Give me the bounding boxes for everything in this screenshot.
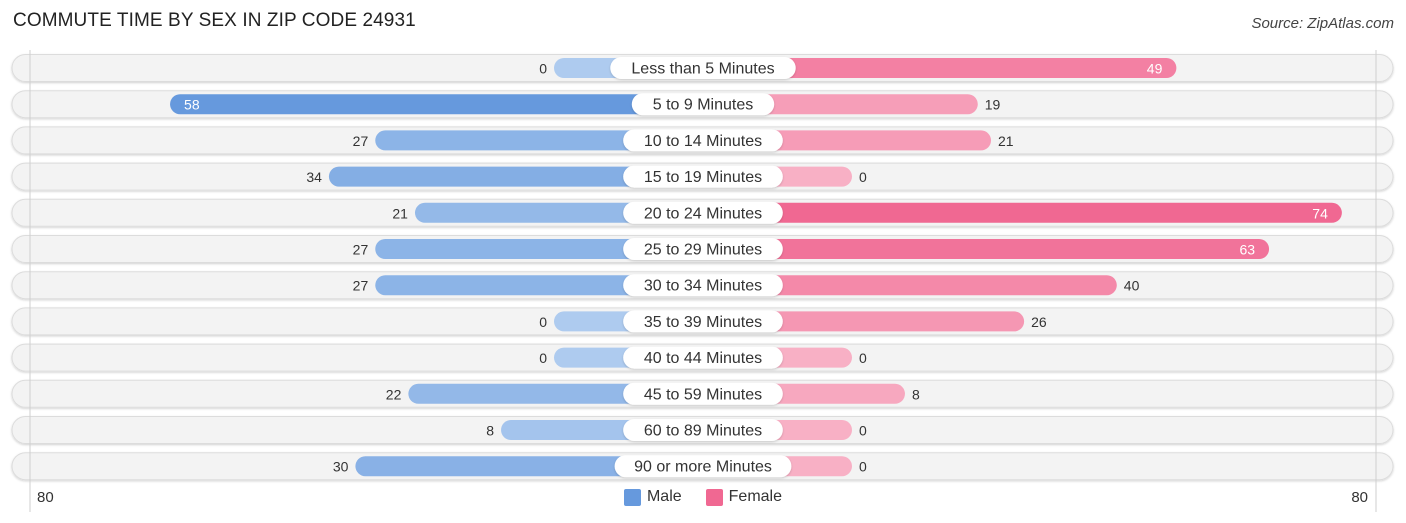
value-label-female: 40 xyxy=(1124,278,1140,294)
value-label-female: 21 xyxy=(998,133,1014,149)
legend-item-female[interactable]: Female xyxy=(705,488,783,506)
value-label-male: 0 xyxy=(539,314,547,330)
value-label-female: 0 xyxy=(859,169,867,185)
category-label: 20 to 24 Minutes xyxy=(644,205,762,222)
bar-male xyxy=(170,94,704,115)
legend-swatch-male xyxy=(623,488,641,506)
value-label-male: 58 xyxy=(184,97,200,113)
value-label-female: 63 xyxy=(1239,242,1255,258)
category-label: 40 to 44 Minutes xyxy=(644,350,762,367)
value-label-female: 26 xyxy=(1031,314,1047,330)
value-label-male: 30 xyxy=(333,459,349,475)
category-label: 35 to 39 Minutes xyxy=(644,314,762,331)
category-label: 90 or more Minutes xyxy=(634,459,772,476)
value-label-male: 27 xyxy=(353,133,369,149)
legend-item-male[interactable]: Male xyxy=(623,488,682,506)
value-label-male: 0 xyxy=(539,350,547,366)
value-label-female: 8 xyxy=(912,386,920,402)
value-label-male: 0 xyxy=(539,61,547,77)
category-label: 15 to 19 Minutes xyxy=(644,169,762,186)
category-label: 10 to 14 Minutes xyxy=(644,133,762,150)
value-label-male: 22 xyxy=(386,386,402,402)
value-label-female: 74 xyxy=(1312,205,1328,221)
value-label-female: 0 xyxy=(859,350,867,366)
value-label-male: 27 xyxy=(353,242,369,258)
value-label-male: 34 xyxy=(306,169,322,185)
value-label-female: 49 xyxy=(1147,61,1163,77)
legend-label-male: Male xyxy=(646,488,682,505)
legend: Male Female xyxy=(0,488,1406,506)
value-label-male: 21 xyxy=(392,205,408,221)
category-label: 5 to 9 Minutes xyxy=(653,97,754,114)
category-label: Less than 5 Minutes xyxy=(631,61,774,78)
bar-female xyxy=(703,202,1342,223)
category-label: 25 to 29 Minutes xyxy=(644,242,762,259)
value-label-male: 27 xyxy=(353,278,369,294)
legend-swatch-female xyxy=(705,488,723,506)
value-label-female: 0 xyxy=(859,423,867,439)
chart-canvas: 0 49 Less than 5 Minutes 58 19 5 to 9 Minutes… xyxy=(11,50,1394,512)
category-label: 30 to 34 Minutes xyxy=(644,278,762,295)
value-label-female: 0 xyxy=(859,459,867,475)
value-label-male: 8 xyxy=(486,423,494,439)
category-label: 45 to 59 Minutes xyxy=(644,386,762,403)
bar-female xyxy=(703,239,1270,259)
category-label: 60 to 89 Minutes xyxy=(644,423,762,440)
value-label-female: 19 xyxy=(985,97,1001,113)
legend-label-female: Female xyxy=(728,488,783,505)
